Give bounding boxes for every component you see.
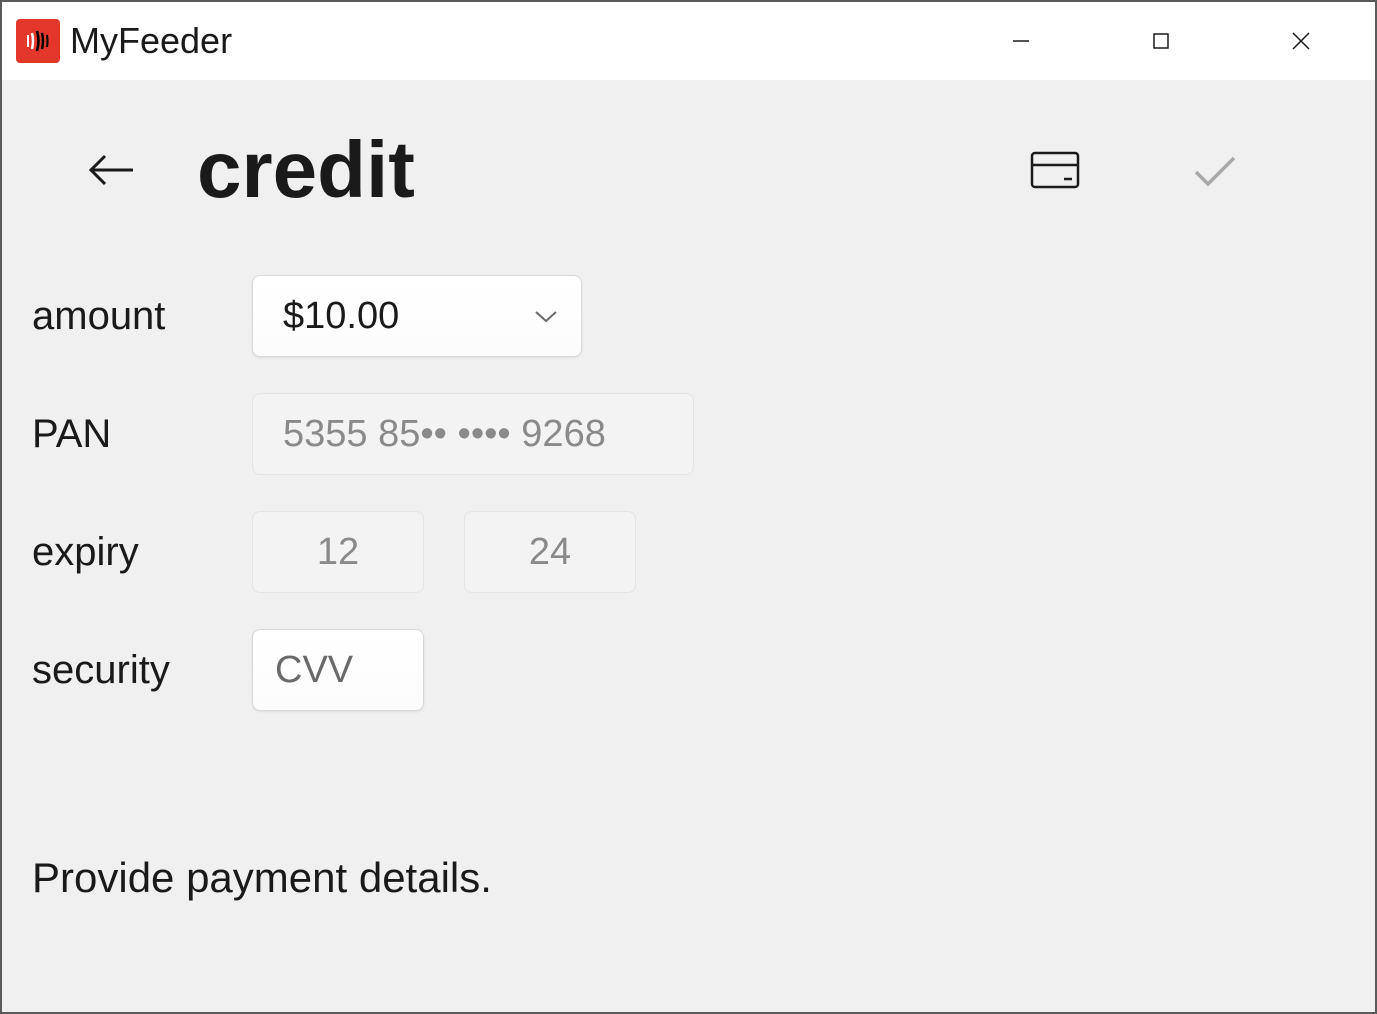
expiry-month-input[interactable] xyxy=(252,511,424,593)
chevron-down-icon xyxy=(531,301,561,331)
pan-row: PAN xyxy=(32,388,1345,480)
page-title: credit xyxy=(197,124,1025,216)
payment-form: amount $10.00 PAN expiry security xyxy=(32,230,1345,716)
pan-label: PAN xyxy=(32,412,252,457)
app-title: MyFeeder xyxy=(70,20,232,62)
amount-label: amount xyxy=(32,294,252,339)
titlebar-left: MyFeeder xyxy=(16,19,232,63)
card-button[interactable] xyxy=(1025,140,1085,200)
close-button[interactable] xyxy=(1281,21,1321,61)
security-row: security xyxy=(32,624,1345,716)
cvv-input[interactable] xyxy=(252,629,424,711)
expiry-group xyxy=(252,511,636,593)
status-message: Provide payment details. xyxy=(32,854,492,902)
app-icon xyxy=(16,19,60,63)
page-content: credit amount $10.00 xyxy=(2,80,1375,1012)
security-label: security xyxy=(32,648,252,693)
confirm-button[interactable] xyxy=(1185,140,1245,200)
expiry-row: expiry xyxy=(32,506,1345,598)
expiry-year-input[interactable] xyxy=(464,511,636,593)
page-header: credit xyxy=(32,110,1345,230)
amount-value: $10.00 xyxy=(283,295,399,338)
window-controls xyxy=(1001,21,1361,61)
amount-dropdown[interactable]: $10.00 xyxy=(252,275,582,357)
back-button[interactable] xyxy=(82,140,142,200)
expiry-label: expiry xyxy=(32,530,252,575)
minimize-button[interactable] xyxy=(1001,21,1041,61)
header-actions xyxy=(1025,140,1345,200)
amount-row: amount $10.00 xyxy=(32,270,1345,362)
maximize-button[interactable] xyxy=(1141,21,1181,61)
pan-input[interactable] xyxy=(252,393,694,475)
titlebar: MyFeeder xyxy=(2,2,1375,80)
